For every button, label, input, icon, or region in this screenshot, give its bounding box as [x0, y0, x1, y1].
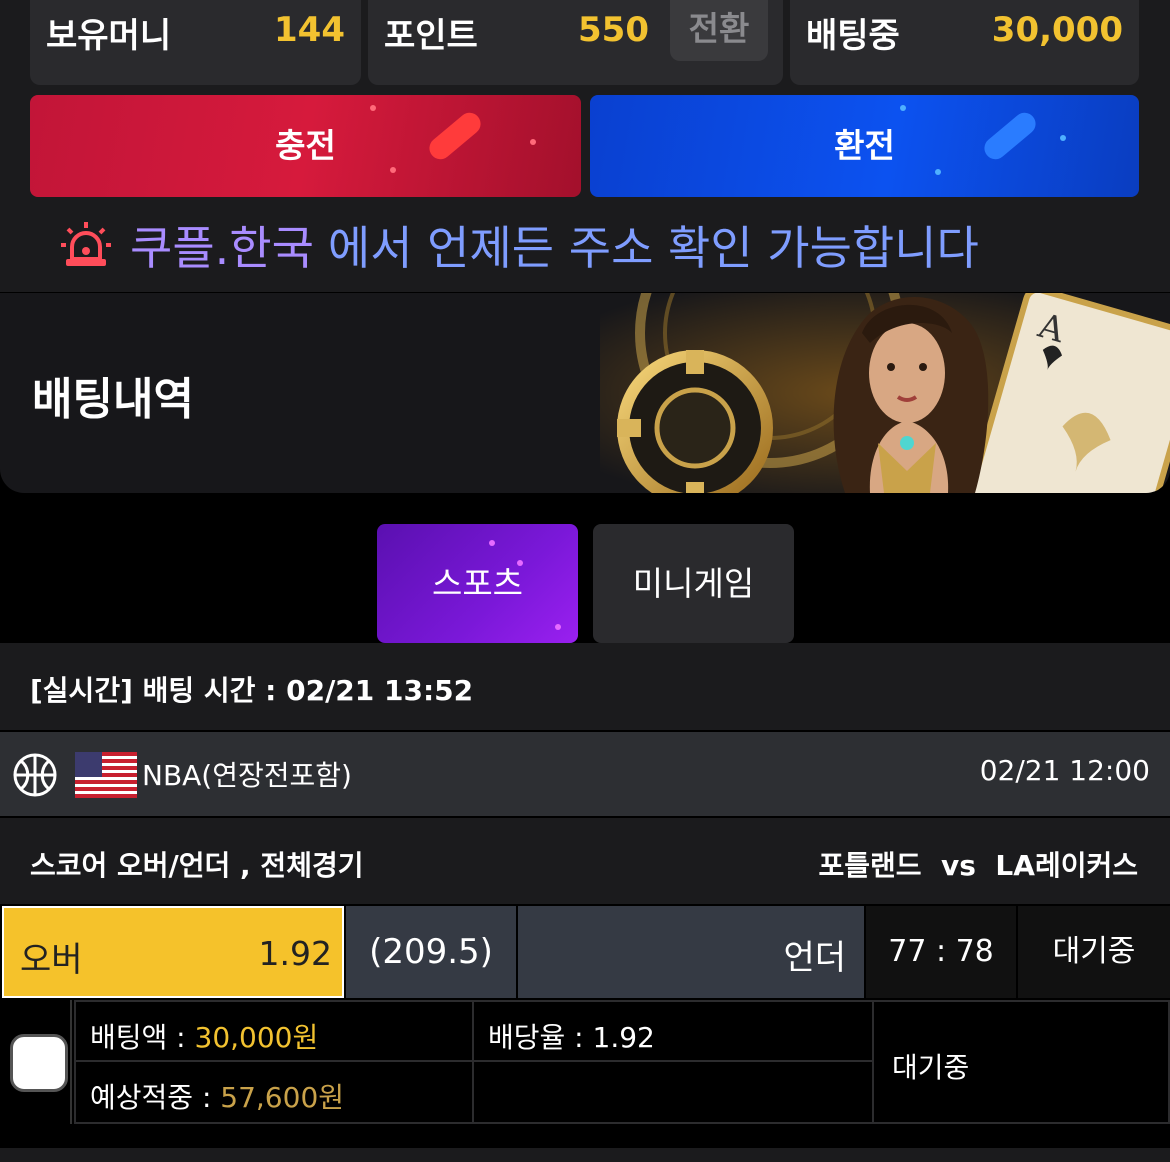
- bet-amount-label: 배팅액 :: [90, 1021, 195, 1054]
- point-label: 포인트: [384, 16, 478, 56]
- bet-rate-cell: 배당율 : 1.92: [472, 1000, 874, 1062]
- bet-detail: 배팅액 : 30,000원 배당율 : 1.92 예상적중 : 57,600원 …: [0, 1000, 1170, 1124]
- alarm-light-icon: [61, 222, 111, 266]
- market-row: 스코어 오버/언더 , 전체경기 포틀랜드 vs LA레이커스: [0, 818, 1170, 904]
- us-flag-icon: [75, 752, 137, 798]
- decor-sparkle: [900, 105, 906, 111]
- handicap-line: (209.5): [346, 906, 516, 998]
- over-label: 오버: [20, 940, 83, 980]
- money-label: 보유머니: [46, 16, 172, 56]
- market-name: 스코어 오버/언더 , 전체경기: [30, 849, 364, 882]
- bet-time-header: [실시간] 배팅 시간 : 02/21 13:52: [0, 643, 1170, 730]
- decor-sparkle: [1060, 135, 1066, 141]
- bet-amount-value: 30,000원: [194, 1021, 319, 1054]
- page-banner: 배팅내역 A: [0, 293, 1170, 493]
- game-score: 77 : 78: [866, 906, 1016, 998]
- notice-bar: 쿠플.한국 에서 언제든 주소 확인 가능합니다: [60, 212, 979, 278]
- expected-win-cell: 예상적중 : 57,600원: [74, 1060, 474, 1124]
- money-value: 144: [274, 10, 345, 50]
- charge-label: 충전: [275, 126, 336, 165]
- bet-amount-cell: 배팅액 : 30,000원: [74, 1000, 474, 1062]
- notice-domain[interactable]: 쿠플.한국: [130, 212, 314, 278]
- bottom-divider: [0, 1148, 1170, 1162]
- over-odds: 1.92: [258, 934, 332, 973]
- bet-status-cell: 대기중: [872, 1000, 1170, 1124]
- decor-sparkle: [370, 105, 376, 111]
- betting-box: 배팅중 30,000: [790, 0, 1139, 85]
- basketball-icon: [13, 753, 57, 797]
- under-selection[interactable]: 언더: [518, 906, 864, 998]
- expected-win: 예상적중 : 57,600원: [90, 1076, 344, 1116]
- decor-streak: [979, 108, 1041, 164]
- over-selection[interactable]: 오버 1.92: [2, 906, 344, 998]
- under-label: 언더: [783, 938, 846, 978]
- charge-button[interactable]: 충전: [30, 95, 581, 197]
- bet-rate: 배당율 : 1.92: [488, 1021, 655, 1054]
- notice-text: 에서 언제든 주소 확인 가능합니다: [327, 221, 979, 275]
- tab-sports-label: 스포츠: [431, 564, 524, 603]
- odds-row: 오버 1.92 (209.5) 언더 77 : 78 대기중: [0, 906, 1170, 998]
- tab-sports[interactable]: 스포츠: [377, 524, 578, 643]
- expected-win-label: 예상적중 :: [90, 1081, 221, 1114]
- page-title: 배팅내역: [32, 374, 194, 425]
- league-name: NBA(연장전포함): [142, 759, 352, 792]
- game-date: 02/21 12:00: [979, 754, 1150, 787]
- game-status: 대기중: [1018, 906, 1170, 998]
- tab-minigame-label: 미니게임: [632, 564, 755, 603]
- decor-sparkle: [530, 139, 536, 145]
- empty-cell: [472, 1060, 874, 1124]
- betting-value: 30,000: [991, 10, 1123, 50]
- bet-status: 대기중: [892, 1051, 970, 1084]
- league-row: NBA(연장전포함) 02/21 12:00: [0, 732, 1170, 816]
- balance-panel: 보유머니 144 포인트 550 전환 배팅중 30,000 충전 환전 쿠플.…: [0, 0, 1170, 292]
- decor-sparkle: [935, 169, 941, 175]
- exchange-button[interactable]: 환전: [590, 95, 1139, 197]
- bet-checkbox[interactable]: [10, 1034, 68, 1092]
- bet-time: [실시간] 배팅 시간 : 02/21 13:52: [30, 674, 474, 707]
- select-cell: [0, 1000, 72, 1124]
- convert-button[interactable]: 전환: [670, 0, 768, 61]
- casino-banner-illustration: A: [600, 293, 1170, 493]
- exchange-label: 환전: [834, 126, 895, 165]
- decor-sparkle: [390, 167, 396, 173]
- decor-streak: [424, 108, 486, 164]
- tab-minigame[interactable]: 미니게임: [593, 524, 794, 643]
- matchup: 포틀랜드 vs LA레이커스: [818, 849, 1138, 882]
- bet-amount: 배팅액 : 30,000원: [90, 1016, 318, 1056]
- decor-sparkle: [489, 540, 495, 546]
- betting-label: 배팅중: [806, 16, 900, 56]
- expected-win-value: 57,600원: [220, 1081, 345, 1114]
- point-value: 550: [578, 10, 649, 50]
- decor-sparkle: [555, 624, 561, 630]
- money-box: 보유머니 144: [30, 0, 361, 85]
